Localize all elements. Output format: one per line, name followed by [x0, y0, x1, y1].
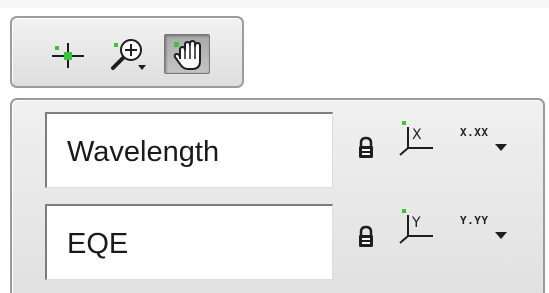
x-format-button[interactable]: X.XX: [460, 124, 512, 162]
x-format-dropdown-icon: [495, 144, 507, 151]
x-axis-name-field[interactable]: Wavelength: [45, 112, 333, 188]
lock-icon: [359, 225, 373, 247]
crosshair-cursor-icon: [52, 43, 84, 68]
pan-tool-button[interactable]: [164, 34, 210, 74]
top-border: [0, 0, 549, 8]
x-axis-scale-icon: X: [399, 121, 433, 156]
scale-legend-panel: Wavelength X X.XX EQE Y Y.YY: [10, 98, 545, 293]
cursor-tool-button[interactable]: [44, 34, 90, 74]
y-format-button[interactable]: Y.YY: [460, 212, 512, 250]
x-scale-letter: X: [412, 127, 422, 143]
y-scale-letter: Y: [411, 215, 421, 231]
y-format-dropdown-icon: [495, 232, 507, 239]
x-lock-button[interactable]: [357, 136, 375, 160]
pan-hand-icon: [173, 40, 201, 70]
x-autoscale-button[interactable]: X: [396, 118, 436, 156]
zoom-icon: [111, 39, 146, 70]
y-axis-scale-icon: Y: [399, 209, 433, 244]
y-axis-name-field[interactable]: EQE: [45, 204, 333, 280]
y-format-label: Y.YY: [460, 214, 489, 227]
y-autoscale-button[interactable]: Y: [396, 206, 436, 244]
x-format-label: X.XX: [460, 126, 489, 139]
zoom-tool-button[interactable]: [104, 34, 150, 74]
graph-tool-palette: [10, 16, 244, 88]
y-lock-button[interactable]: [357, 225, 375, 249]
lock-icon: [359, 136, 373, 158]
